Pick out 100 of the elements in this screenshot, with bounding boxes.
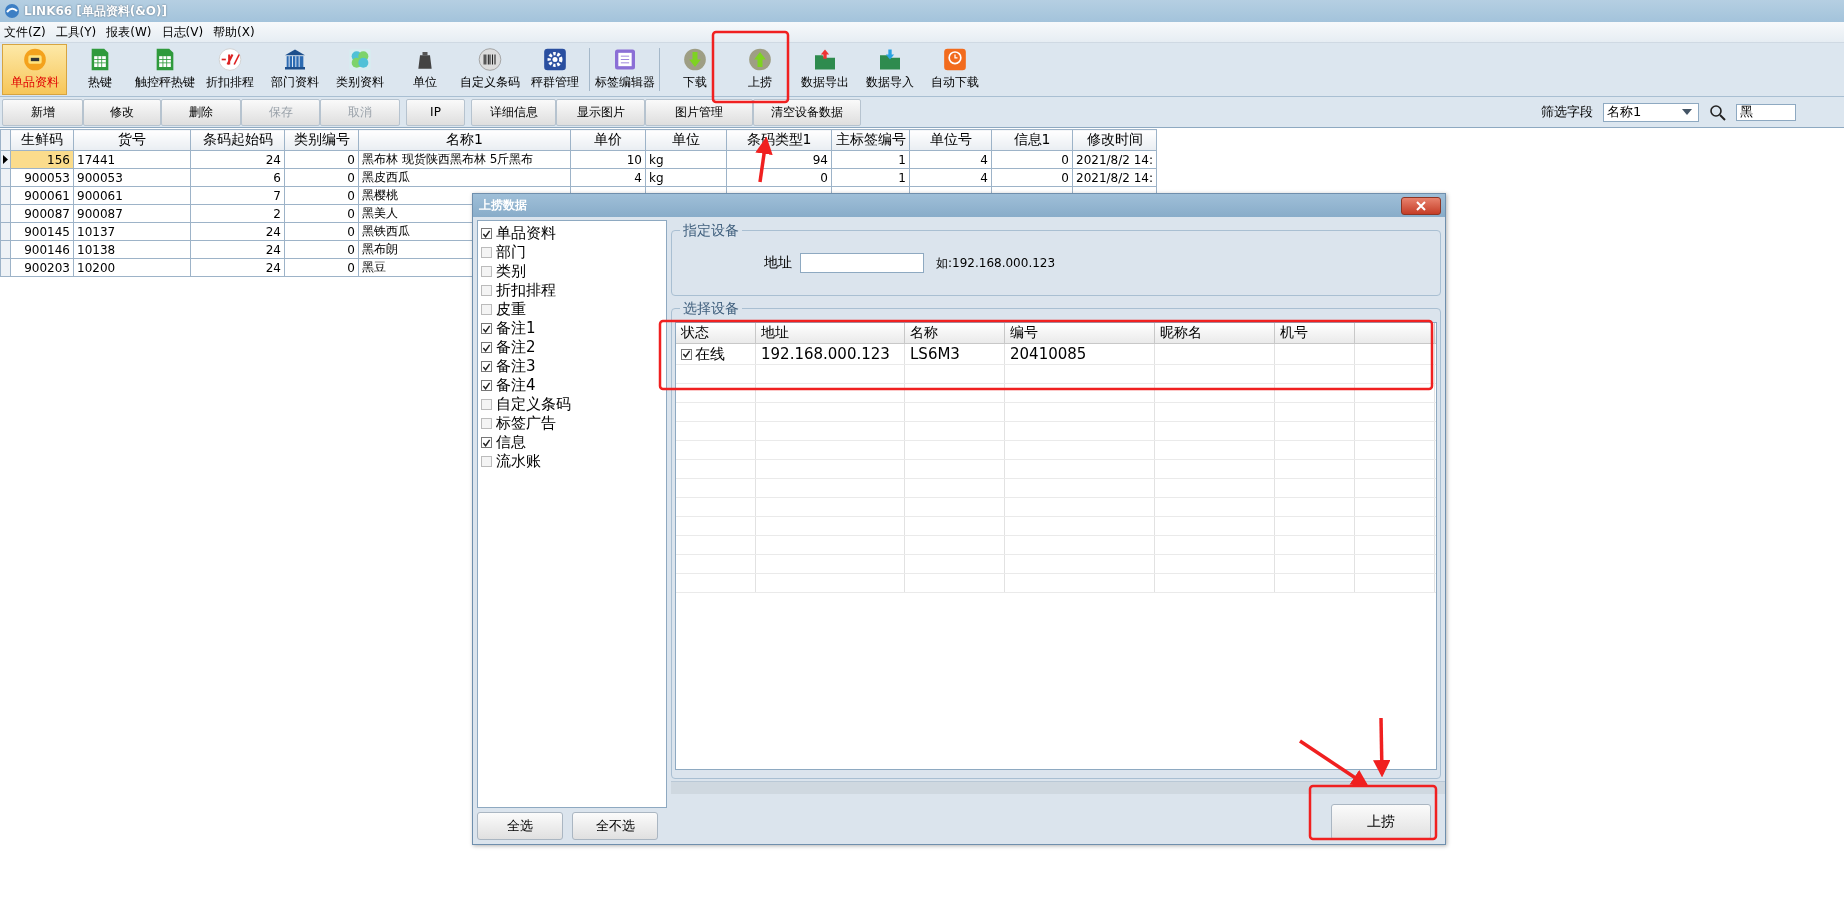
action-button[interactable]: 详细信息	[471, 98, 556, 126]
table-cell: 4	[909, 150, 992, 169]
table-cell: 900146	[10, 240, 74, 259]
action-button[interactable]: 修改	[83, 98, 161, 126]
table-cell: 94	[726, 150, 832, 169]
checkbox[interactable]	[481, 285, 492, 296]
table-cell: 2	[190, 204, 285, 223]
table-cell: 4	[909, 168, 992, 187]
column-header[interactable]: 名称1	[358, 129, 571, 151]
toolbar-button[interactable]: 折扣排程	[197, 44, 262, 95]
checkbox[interactable]	[481, 418, 492, 429]
table-cell: 900053	[10, 168, 74, 187]
table-cell: 0	[284, 258, 359, 277]
column-header[interactable]: 名称	[905, 323, 1005, 343]
window-title: LINK66 [单品资料(&O)]	[24, 2, 167, 20]
table-cell: 2021/8/2 14:	[1072, 150, 1157, 169]
table-cell: 900087	[73, 204, 191, 223]
toolbar-button[interactable]: 秤群管理	[522, 44, 587, 95]
toolbar-button[interactable]: 部门资料	[262, 44, 327, 95]
table-cell: 在线	[695, 344, 725, 364]
checkbox[interactable]	[481, 456, 492, 467]
select-button[interactable]: 全不选	[572, 812, 658, 840]
toolbar-button[interactable]: 上捞	[727, 44, 792, 95]
table-cell: 7	[190, 186, 285, 205]
column-header[interactable]: 昵称名	[1155, 323, 1275, 343]
menu-item[interactable]: 工具(Y)	[55, 23, 97, 41]
toolbar-button[interactable]: 触控秤热键	[132, 44, 197, 95]
toolbar-button[interactable]: 类别资料	[327, 44, 392, 95]
menu-item[interactable]: 帮助(X)	[213, 23, 255, 41]
table-cell: 0	[284, 186, 359, 205]
annotation-arrow	[1373, 717, 1391, 778]
table-cell: kg	[645, 150, 727, 169]
checkbox-label: 备注4	[496, 376, 536, 395]
menu-item[interactable]: 日志(V)	[161, 23, 204, 41]
toolbar-button[interactable]: 自定义条码	[457, 44, 522, 95]
action-button[interactable]: 删除	[161, 98, 241, 126]
table-cell: 2021/8/2 14:	[1072, 168, 1157, 187]
column-header[interactable]: 条码起始码	[190, 129, 285, 151]
table-cell: 1	[831, 150, 910, 169]
action-button[interactable]: 图片管理	[645, 98, 753, 126]
checkbox[interactable]	[481, 266, 492, 277]
checkbox[interactable]	[481, 228, 492, 239]
column-header[interactable]: 机号	[1275, 323, 1355, 343]
column-header[interactable]: 修改时间	[1072, 129, 1157, 151]
column-header[interactable]: 货号	[73, 129, 191, 151]
checkbox-label: 单品资料	[496, 224, 556, 243]
close-button[interactable]	[1401, 196, 1441, 215]
checkbox-label: 皮重	[496, 300, 526, 319]
column-header[interactable]: 地址	[756, 323, 905, 343]
action-button[interactable]: 清空设备数据	[753, 98, 861, 126]
table-cell: 24	[190, 240, 285, 259]
checkbox[interactable]	[481, 399, 492, 410]
toolbar-button[interactable]: 单位	[392, 44, 457, 95]
row-header[interactable]	[0, 150, 11, 169]
search-field[interactable]: 黑	[1736, 103, 1796, 121]
group-title: 选择设备	[680, 300, 742, 316]
column-header[interactable]: 单位号	[909, 129, 992, 151]
toolbar-button[interactable]: 数据导出	[792, 44, 857, 95]
table-cell: 0	[284, 222, 359, 241]
table-cell: 20410085	[1010, 345, 1087, 363]
field-dropdown[interactable]: 名称1	[1603, 102, 1699, 122]
toolbar-button[interactable]: 热键	[67, 44, 132, 95]
toolbar-button[interactable]: 标签编辑器	[592, 44, 657, 95]
checkbox[interactable]	[481, 323, 492, 334]
table-cell: 900203	[10, 258, 74, 277]
table-cell: 10	[570, 150, 646, 169]
action-button[interactable]: IP	[406, 98, 465, 126]
action-button[interactable]: 新增	[2, 98, 83, 126]
table-cell: 0	[991, 168, 1073, 187]
action-button[interactable]: 显示图片	[556, 98, 645, 126]
table-cell: 900087	[10, 204, 74, 223]
menu-item[interactable]: 报表(W)	[106, 23, 152, 41]
column-header[interactable]: 信息1	[991, 129, 1073, 151]
column-header[interactable]: 主标签编号	[831, 129, 910, 151]
filter-label: 筛选字段	[1541, 103, 1593, 121]
toolbar-button[interactable]: 自动下载	[922, 44, 987, 95]
select-button[interactable]: 全选	[477, 812, 563, 840]
checkbox[interactable]	[481, 380, 492, 391]
column-header[interactable]: 编号	[1005, 323, 1155, 343]
toolbar-button[interactable]: 下载	[662, 44, 727, 95]
checkbox[interactable]	[481, 247, 492, 258]
address-field[interactable]	[800, 253, 924, 273]
column-header[interactable]: 单价	[570, 129, 646, 151]
toolbar-button[interactable]: 数据导入	[857, 44, 922, 95]
table-cell: 10138	[73, 240, 191, 259]
search-icon[interactable]	[1709, 103, 1726, 121]
checkbox[interactable]	[481, 361, 492, 372]
column-header[interactable]: 单位	[645, 129, 727, 151]
checkbox[interactable]	[481, 342, 492, 353]
checkbox[interactable]	[481, 304, 492, 315]
upload-button[interactable]: 上捞	[1331, 804, 1431, 840]
app-logo-icon	[4, 3, 20, 19]
column-header[interactable]: 状态	[676, 323, 756, 343]
menu-item[interactable]: 文件(Z)	[4, 23, 46, 41]
checkbox[interactable]	[681, 348, 692, 360]
column-header[interactable]: 类别编号	[284, 129, 359, 151]
column-header[interactable]: 生鲜码	[10, 129, 74, 151]
checkbox[interactable]	[481, 437, 492, 448]
group-title: 指定设备	[680, 222, 742, 238]
checkbox-label: 备注3	[496, 357, 536, 376]
